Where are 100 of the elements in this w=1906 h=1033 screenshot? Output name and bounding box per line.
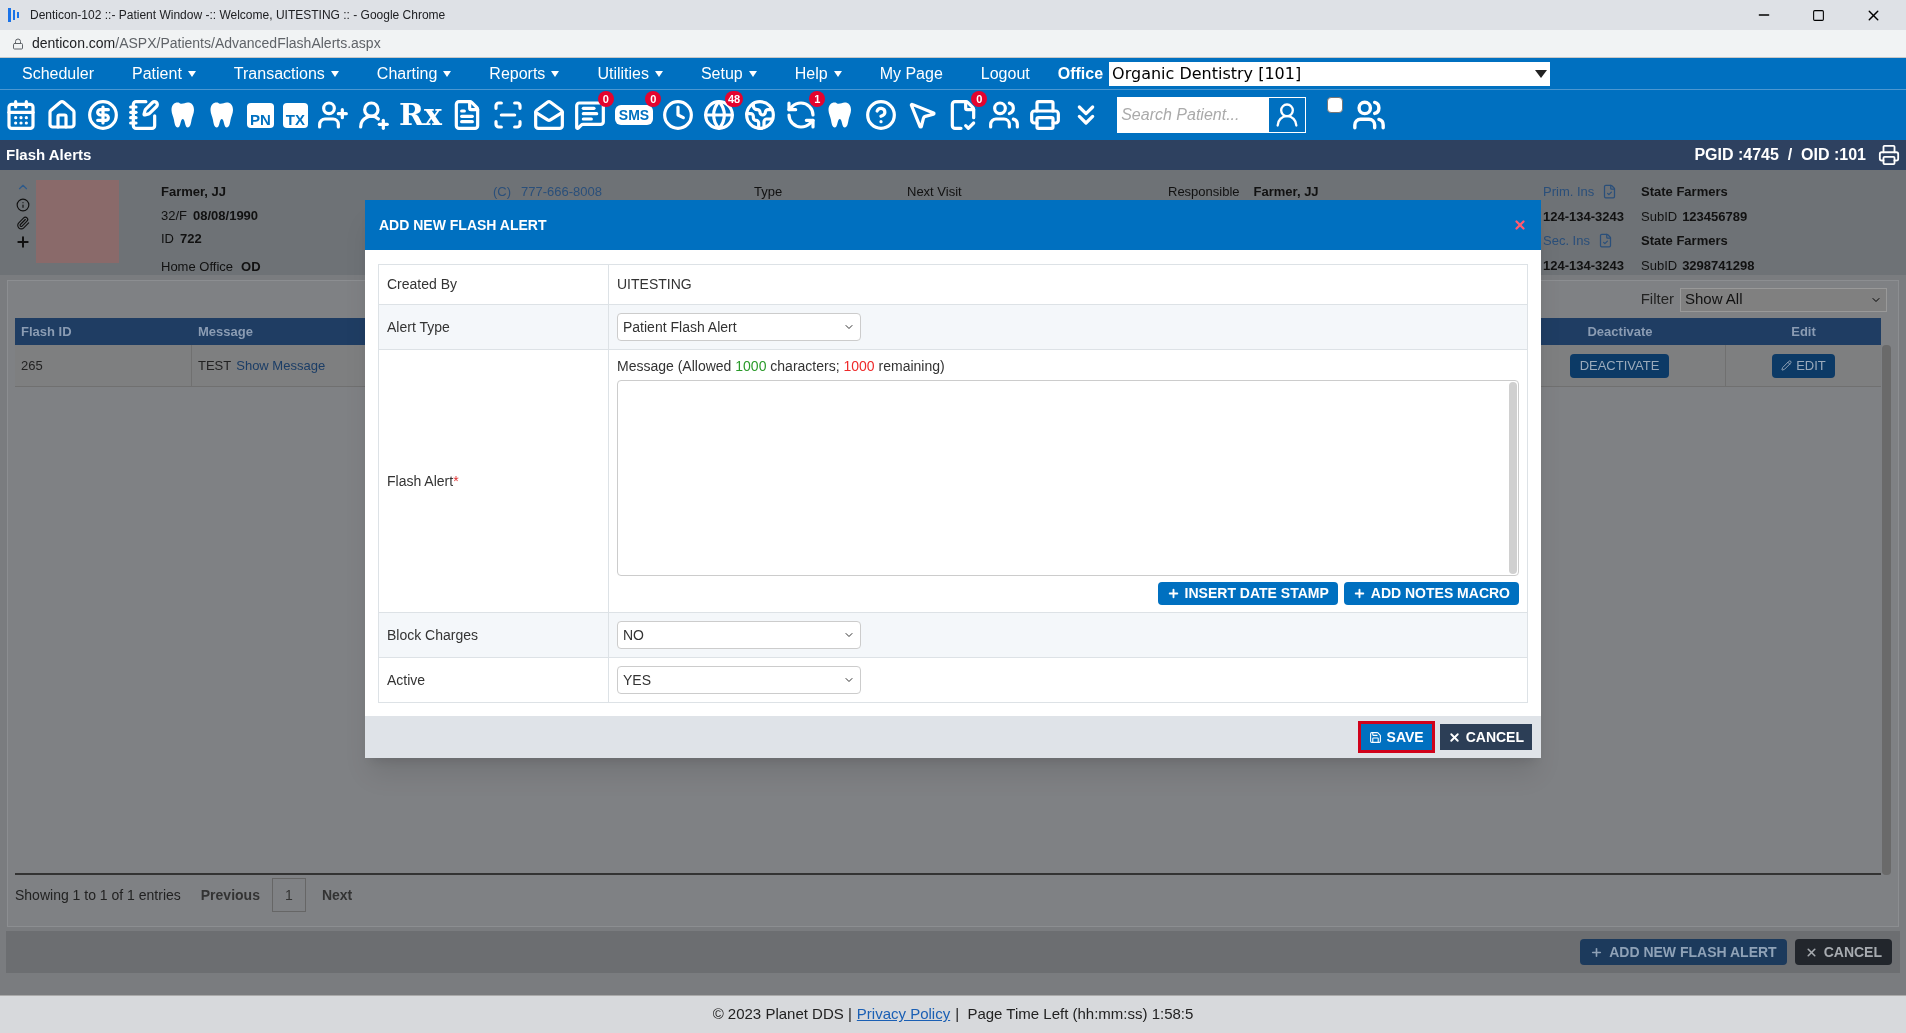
user-add-icon[interactable] <box>358 99 390 131</box>
select-field[interactable]: NO <box>617 621 861 649</box>
window-title: Denticon-102 ::- Patient Window -:: Welcome, UITESTING :: - Google Chrome <box>30 7 446 24</box>
close-icon <box>1447 730 1461 744</box>
printer-icon[interactable] <box>1029 99 1062 131</box>
menu-item[interactable]: Transactions <box>233 61 339 86</box>
cancel-button[interactable]: CANCEL <box>1794 939 1892 965</box>
menu-item[interactable]: Logout <box>980 61 1030 86</box>
responsible-name: Farmer, JJ <box>1253 183 1319 201</box>
field-label: Alert Type <box>387 317 450 337</box>
calendar-icon[interactable] <box>5 99 37 131</box>
next-button[interactable]: Next <box>321 884 353 906</box>
menu-item[interactable]: Scheduler <box>22 61 95 86</box>
dialog-title: ADD NEW FLASH ALERT <box>379 215 547 235</box>
add-notes-macro-button[interactable]: ADD NOTES MACRO <box>1343 582 1519 605</box>
caret-icon <box>187 70 196 77</box>
caret-icon <box>833 70 842 77</box>
insurance-phone: 124-134-3243 <box>1543 207 1625 226</box>
insurance-carrier: State Farmers <box>1641 232 1728 250</box>
show-message-link[interactable]: Show Message <box>236 355 326 376</box>
scrollbar[interactable] <box>1509 382 1517 574</box>
help-icon[interactable] <box>865 99 898 131</box>
caret-icon <box>551 70 560 77</box>
calendar-label-icon[interactable]: TX <box>282 102 308 128</box>
table-cell: 265 <box>15 345 192 386</box>
notification-badge: 0 <box>645 91 662 107</box>
dollar-icon[interactable] <box>87 99 119 131</box>
notification-badge: 1 <box>809 91 826 107</box>
subid-label: SubID <box>1641 207 1678 226</box>
column-header: Message <box>197 322 254 341</box>
checkbox[interactable] <box>1327 97 1344 113</box>
type-label: Type <box>754 184 783 199</box>
office-label: Office <box>1057 63 1104 84</box>
menu-item[interactable]: Charting <box>376 61 452 86</box>
menu-item[interactable]: Reports <box>489 61 560 86</box>
deactivate-button[interactable]: DEACTIVATE <box>1569 353 1670 378</box>
rx-icon[interactable]: Rx <box>399 100 442 130</box>
globe-icon[interactable] <box>744 99 777 131</box>
menu-item[interactable]: Patient <box>132 61 196 86</box>
caret-icon <box>1535 69 1548 78</box>
select-field[interactable]: YES <box>617 666 861 694</box>
column-header: Edit <box>1790 322 1817 341</box>
search-button[interactable] <box>1269 98 1306 132</box>
paperclip-icon[interactable] <box>16 216 30 230</box>
insurance-phone: 124-134-3243 <box>1543 256 1625 275</box>
insert-date-stamp-button[interactable]: INSERT DATE STAMP <box>1157 582 1338 605</box>
menu-item[interactable]: My Page <box>879 61 943 86</box>
id-label: ID <box>161 230 174 248</box>
entries-info: Showing 1 to 1 of 1 entries <box>15 885 181 905</box>
caret-icon <box>654 70 663 77</box>
field-label: Active <box>387 670 426 690</box>
plus-icon <box>1166 587 1180 600</box>
edit-button[interactable]: EDIT <box>1772 353 1835 378</box>
caret-icon <box>443 70 452 77</box>
patient-id: 722 <box>180 230 202 248</box>
menu-item[interactable]: Utilities <box>597 61 663 86</box>
field-label: Block Charges <box>387 625 479 645</box>
privacy-policy-link[interactable]: Privacy Policy <box>856 1003 951 1026</box>
save-button[interactable]: SAVE <box>1360 724 1432 750</box>
select-field[interactable]: Patient Flash Alert <box>617 313 861 341</box>
filter-label: Filter <box>1640 289 1674 310</box>
cancel-button[interactable]: CANCEL <box>1439 724 1532 750</box>
user-plus-icon[interactable] <box>317 99 349 131</box>
plus-icon[interactable] <box>15 234 31 250</box>
page-button[interactable]: 1 <box>271 878 306 912</box>
filter-select[interactable]: Show All <box>1680 287 1887 312</box>
mail-icon[interactable] <box>532 99 565 131</box>
plus-icon <box>1590 945 1604 959</box>
previous-button[interactable]: Previous <box>200 884 260 906</box>
printer-icon[interactable] <box>1878 144 1900 166</box>
clock-icon[interactable] <box>662 99 695 131</box>
next-visit-label: Next Visit <box>907 184 962 199</box>
maximize-icon[interactable] <box>1812 8 1825 22</box>
close-icon <box>1804 945 1818 959</box>
pencil-icon <box>1781 360 1793 371</box>
field-value: UITESTING <box>617 275 693 294</box>
office-select[interactable]: Organic Dentistry [101] <box>1109 61 1551 86</box>
notification-badge: 48 <box>724 91 744 107</box>
birth-date: 08/08/1990 <box>193 206 259 225</box>
session-time-text: | Page Time Left (hh:mm:ss) 1:58:5 <box>955 1004 1194 1025</box>
menu-item[interactable]: Help <box>794 61 842 86</box>
lock-icon <box>12 37 24 50</box>
page-title: Flash Alerts <box>6 144 92 165</box>
pencil-list-icon[interactable] <box>128 99 160 131</box>
sms-icon[interactable]: SMS <box>614 105 654 125</box>
insurance-carrier: State Farmers <box>1641 183 1728 201</box>
home-icon[interactable] <box>46 99 78 131</box>
address-bar[interactable]: denticon.com/ASPX/Patients/AdvancedFlashAlerts.aspx <box>0 30 1906 58</box>
subid-label: SubID <box>1641 256 1678 275</box>
character-counter: Message (Allowed 1000 characters; 1000 remaining) <box>617 357 946 376</box>
scanner-icon[interactable] <box>491 99 524 131</box>
family-icon[interactable] <box>988 99 1021 131</box>
responsible-label: Responsible <box>1168 183 1240 201</box>
patient-search-box[interactable]: Search Patient... <box>1117 97 1307 133</box>
menu-item[interactable]: Setup <box>700 61 757 86</box>
add-alert-button[interactable]: ADD NEW FLASH ALERT <box>1580 939 1787 965</box>
scrollbar[interactable] <box>1882 345 1891 875</box>
info-icon[interactable] <box>16 198 30 212</box>
save-icon <box>1368 730 1382 744</box>
calendar-label-icon[interactable]: PN <box>247 102 274 128</box>
